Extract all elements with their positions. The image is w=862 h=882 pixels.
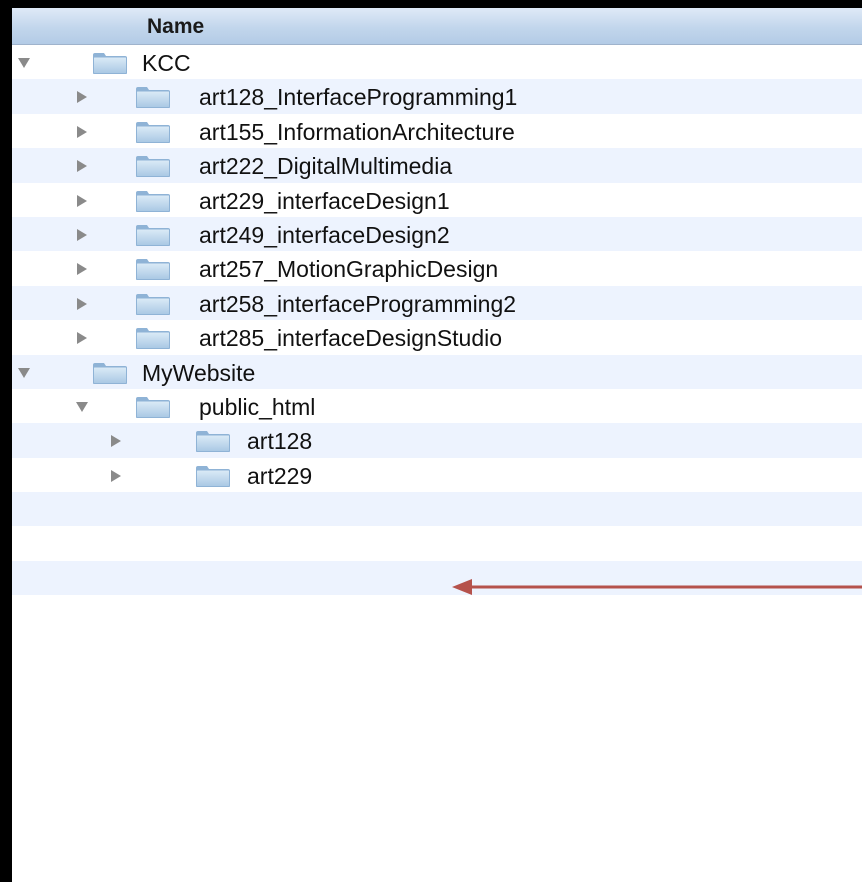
folder-name: KCC bbox=[142, 50, 191, 76]
empty-row bbox=[12, 595, 862, 630]
list-item[interactable]: art285_interfaceDesignStudio bbox=[12, 320, 862, 355]
red-arrow-icon bbox=[452, 579, 862, 595]
folder-name: public_html bbox=[199, 393, 316, 420]
folder-icon bbox=[92, 361, 128, 385]
disclosure-collapsed-icon[interactable] bbox=[104, 423, 128, 457]
folder-name: art257_MotionGraphicDesign bbox=[199, 256, 499, 283]
disclosure-expanded-icon[interactable] bbox=[70, 389, 94, 423]
disclosure-collapsed-icon[interactable] bbox=[70, 251, 94, 285]
folder-name: art222_DigitalMultimedia bbox=[199, 153, 453, 180]
folder-name: art128_InterfaceProgramming1 bbox=[199, 84, 518, 111]
list-item[interactable]: art249_interfaceDesign2 bbox=[12, 216, 862, 252]
list-item[interactable]: MyWebsite bbox=[12, 354, 862, 389]
disclosure-collapsed-icon[interactable] bbox=[70, 320, 94, 354]
folder-name: art229_interfaceDesign1 bbox=[199, 187, 450, 214]
folder-icon bbox=[135, 120, 171, 144]
folder-name: art128 bbox=[247, 428, 313, 455]
folder-icon bbox=[135, 257, 171, 281]
folder-name: art249_interfaceDesign2 bbox=[199, 221, 450, 248]
list-item[interactable]: art258_interfaceProgramming2 bbox=[12, 285, 862, 321]
folder-name: MyWebsite bbox=[142, 359, 256, 386]
list-item[interactable]: art257_MotionGraphicDesign bbox=[12, 251, 862, 286]
list-item[interactable]: KCC bbox=[12, 45, 862, 80]
disclosure-collapsed-icon[interactable] bbox=[70, 79, 94, 113]
folder-icon bbox=[135, 85, 171, 109]
folder-icon bbox=[135, 154, 171, 178]
folder-icon bbox=[135, 395, 171, 419]
list-item[interactable]: art229 bbox=[12, 457, 862, 493]
disclosure-expanded-icon[interactable] bbox=[12, 45, 36, 79]
list-item[interactable]: art128_InterfaceProgramming1 bbox=[12, 79, 862, 114]
folder-icon bbox=[135, 292, 171, 316]
list-item[interactable]: art222_DigitalMultimedia bbox=[12, 148, 862, 183]
list-item[interactable]: art155_InformationArchitecture bbox=[12, 113, 862, 149]
folder-name: art155_InformationArchitecture bbox=[199, 118, 515, 145]
disclosure-collapsed-icon[interactable] bbox=[70, 183, 94, 217]
disclosure-collapsed-icon[interactable] bbox=[70, 286, 94, 320]
name-column-header[interactable]: Name bbox=[147, 15, 204, 39]
file-list: KCC art128_InterfaceProgramming1 art155_… bbox=[12, 45, 862, 630]
folder-icon bbox=[135, 189, 171, 213]
list-item[interactable]: art128 bbox=[12, 423, 862, 458]
disclosure-collapsed-icon[interactable] bbox=[70, 114, 94, 148]
folder-icon bbox=[195, 429, 231, 453]
folder-icon bbox=[195, 464, 231, 488]
folder-icon bbox=[92, 51, 128, 75]
list-item[interactable]: public_html bbox=[12, 388, 862, 424]
folder-name: art258_interfaceProgramming2 bbox=[199, 290, 517, 317]
folder-icon bbox=[135, 326, 171, 350]
column-header[interactable]: Name bbox=[12, 8, 862, 45]
folder-name: art285_interfaceDesignStudio bbox=[199, 325, 503, 352]
disclosure-collapsed-icon[interactable] bbox=[70, 217, 94, 251]
folder-icon bbox=[135, 223, 171, 247]
folder-name: art229 bbox=[247, 462, 313, 489]
disclosure-collapsed-icon[interactable] bbox=[104, 458, 128, 492]
list-item[interactable]: art229_interfaceDesign1 bbox=[12, 182, 862, 217]
finder-window: Name KCC art128_InterfaceProgramming1 ar… bbox=[12, 8, 862, 882]
disclosure-collapsed-icon[interactable] bbox=[70, 148, 94, 182]
empty-row bbox=[12, 492, 862, 527]
disclosure-expanded-icon[interactable] bbox=[12, 355, 36, 389]
empty-row bbox=[12, 526, 862, 561]
